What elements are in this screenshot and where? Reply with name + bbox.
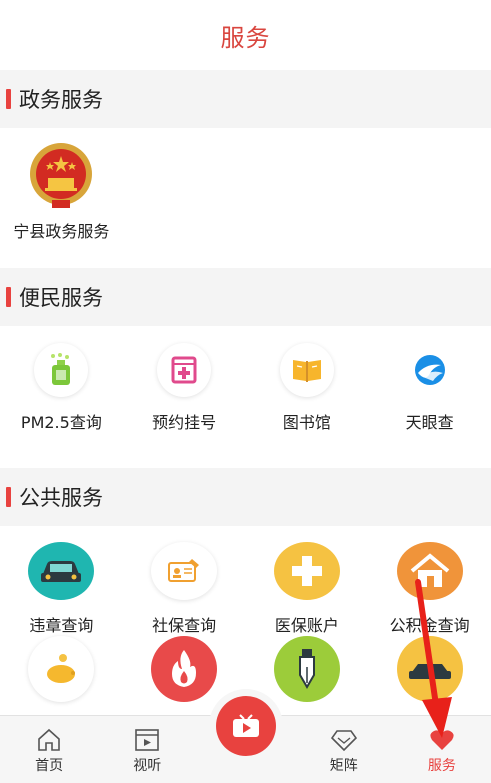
icon-circle: [34, 343, 89, 397]
service-item-housing-fund[interactable]: 公积金查询: [368, 526, 491, 636]
service-label: 社保查询: [152, 616, 217, 635]
section-accent-bar: [6, 487, 11, 507]
tab-label: 服务: [427, 758, 456, 774]
service-item-medical-insurance[interactable]: 医保账户: [246, 526, 369, 636]
service-label: PM2.5查询: [20, 413, 102, 432]
service-item-pm25[interactable]: PM2.5查询: [0, 326, 123, 468]
section-header-gov: 政务服务: [0, 70, 491, 128]
house-icon: [410, 553, 449, 587]
service-item-ningxian-gov[interactable]: 宁县政务服务: [0, 128, 123, 268]
bottom-tab-bar: 首页 视听 矩阵 服务: [0, 696, 491, 783]
home-icon: [38, 728, 60, 751]
tv-play-icon: [232, 714, 259, 737]
plus-cross-icon: [291, 556, 322, 586]
icon-circle: [28, 542, 95, 600]
service-label: 医保账户: [274, 616, 339, 635]
heart-icon: [430, 730, 454, 750]
service-item-piggy[interactable]: [0, 636, 123, 706]
tab-label: 首页: [35, 758, 64, 774]
icon-circle: [273, 636, 340, 702]
car-icon: [41, 561, 82, 582]
service-label: 违章查询: [29, 616, 94, 635]
service-item-pen[interactable]: [246, 636, 369, 706]
icon-circle: [396, 636, 463, 702]
service-item-tianyancha[interactable]: 天眼查: [368, 326, 491, 468]
service-item-violation[interactable]: 违章查询: [0, 526, 123, 636]
national-emblem-icon: [30, 143, 93, 208]
service-item-car-wash[interactable]: [368, 636, 491, 706]
service-label: 公积金查询: [389, 616, 470, 635]
service-label: 宁县政务服务: [13, 222, 110, 241]
icon-circle: [151, 636, 218, 702]
icon-circle: [279, 343, 334, 397]
tab-center-play[interactable]: [196, 696, 294, 783]
piggy-bank-icon: [47, 654, 76, 683]
service-label: 天眼查: [405, 413, 454, 432]
car-wash-icon: [408, 664, 451, 679]
tab-home[interactable]: 首页: [0, 716, 98, 783]
service-label: 预约挂号: [152, 413, 217, 432]
flame-icon: [172, 650, 197, 687]
section-header-civic: 便民服务: [0, 268, 491, 326]
icon-circle: [273, 542, 340, 600]
pen-nib-icon: [298, 649, 315, 689]
air-purifier-icon: [51, 353, 71, 385]
icon-circle: [157, 343, 212, 397]
video-icon: [135, 729, 160, 751]
icon-circle: [151, 542, 218, 600]
medical-cross-icon: [171, 356, 197, 384]
service-label: 图书馆: [282, 413, 331, 432]
service-item-appointment[interactable]: 预约挂号: [123, 326, 246, 468]
open-book-icon: [292, 360, 321, 382]
tab-matrix[interactable]: 矩阵: [295, 716, 393, 783]
diamond-icon: [330, 730, 357, 752]
section-accent-bar: [6, 89, 11, 109]
tab-service[interactable]: 服务: [393, 716, 491, 783]
center-play-button[interactable]: [215, 696, 276, 756]
icon-circle: [396, 542, 463, 600]
section-title: 便民服务: [19, 286, 103, 310]
icon-circle: [402, 343, 457, 397]
tab-video[interactable]: 视听: [98, 716, 196, 783]
section-header-public: 公共服务: [0, 468, 491, 526]
id-card-icon: [168, 559, 200, 582]
section-accent-bar: [6, 287, 11, 307]
service-item-fire[interactable]: [123, 636, 246, 706]
service-item-library[interactable]: 图书馆: [246, 326, 369, 468]
service-item-social-security[interactable]: 社保查询: [123, 526, 246, 636]
tianyancha-logo-icon: [414, 355, 445, 385]
tab-label: 矩阵: [329, 758, 358, 774]
tab-label: 视听: [133, 758, 162, 774]
page-title: 服务: [220, 23, 271, 52]
icon-circle: [28, 636, 95, 702]
section-title: 公共服务: [19, 486, 103, 510]
section-title: 政务服务: [19, 88, 103, 112]
